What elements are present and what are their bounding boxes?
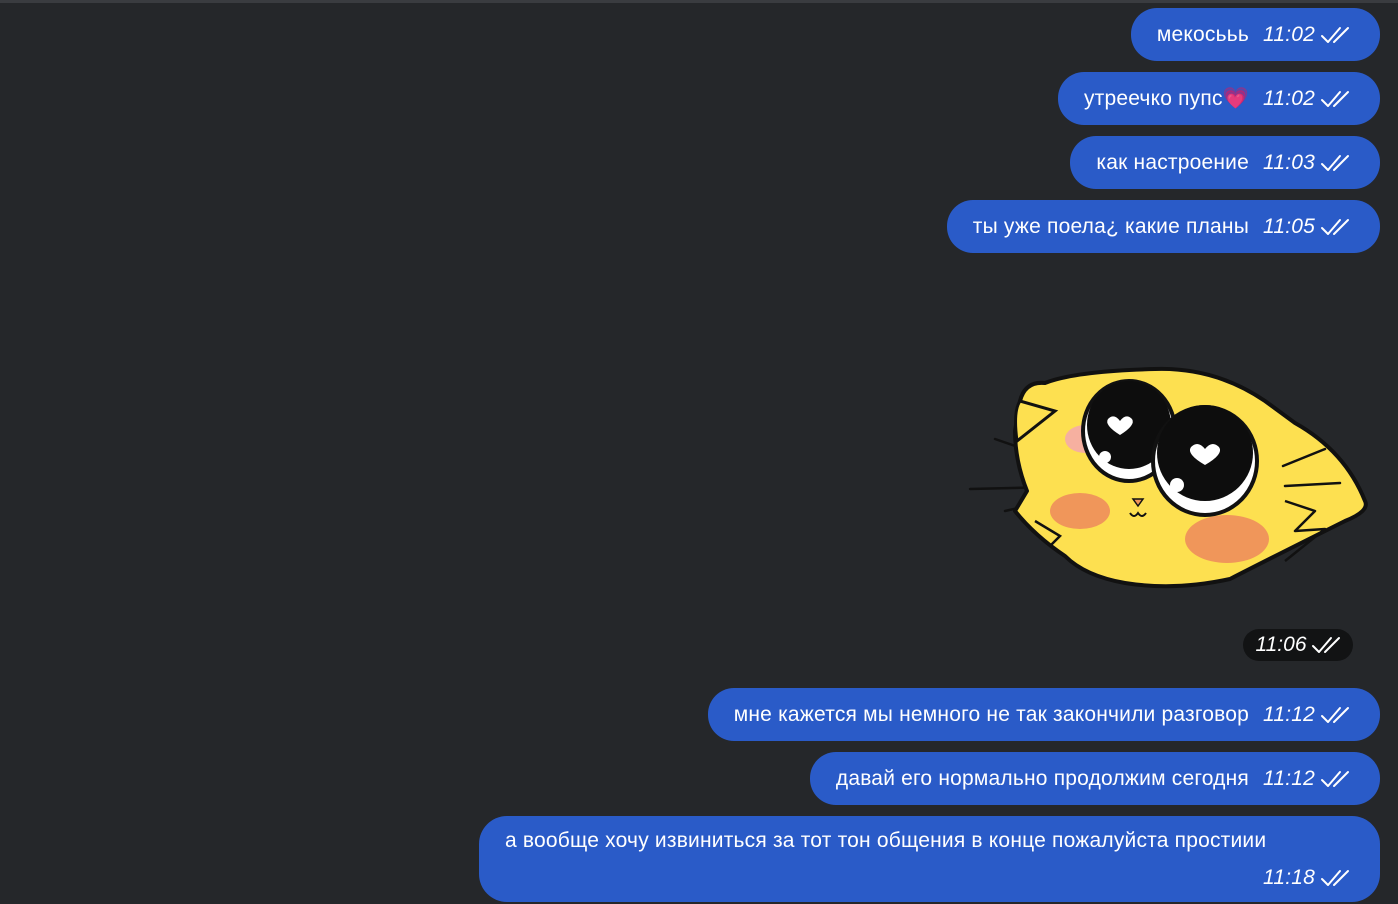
message-bubble[interactable]: а вообще хочу извиниться за тот тон обще… [479, 816, 1380, 902]
message-bubble[interactable]: мекосььь 11:02 [1130, 8, 1380, 61]
message-time: 11:03 [1263, 150, 1315, 174]
message-bubble[interactable]: как настроение 11:03 [1070, 136, 1380, 189]
message-meta: 11:03 [1263, 151, 1352, 175]
message-text: мне кажется мы немного не так закончили … [733, 702, 1249, 726]
message-bubble[interactable]: ты уже поела¿ какие планы 11:05 [946, 200, 1380, 253]
chat-view: мекосььь 11:02 утреечко пупс💗 11:02 как … [0, 0, 1398, 904]
eye-right [1151, 405, 1259, 517]
sticker-time-badge: 11:06 [1243, 629, 1353, 661]
message-meta: 11:02 [1263, 23, 1352, 47]
message-time: 11:12 [1263, 702, 1315, 726]
message-meta: 11:05 [1263, 215, 1352, 239]
double-check-icon [1321, 870, 1349, 886]
message-bubble[interactable]: мне кажется мы немного не так закончили … [707, 688, 1380, 741]
message-time: 11:12 [1263, 766, 1315, 790]
double-check-icon [1321, 770, 1349, 787]
message-text: ты уже поела¿ какие планы [972, 214, 1249, 238]
message-text: давай его нормально продолжим сегодня [835, 766, 1249, 790]
message-meta: 11:02 [1263, 87, 1352, 111]
message-meta: 11:18 [1263, 866, 1352, 890]
message-time: 11:02 [1263, 86, 1315, 110]
message-bubble[interactable]: утреечко пупс💗 11:02 [1057, 72, 1380, 125]
yellow-cat-sticker[interactable] [965, 361, 1373, 593]
message-time: 11:02 [1263, 22, 1315, 46]
message-time: 11:06 [1255, 633, 1307, 656]
message-meta: 11:12 [1263, 767, 1352, 791]
double-check-icon [1311, 637, 1340, 653]
message-bubble[interactable]: давай его нормально продолжим сегодня 11… [809, 752, 1380, 805]
message-time: 11:05 [1263, 214, 1315, 238]
message-text: а вообще хочу извиниться за тот тон обще… [505, 829, 1267, 852]
message-time: 11:18 [1263, 866, 1315, 889]
message-text: мекосььь [1156, 22, 1249, 46]
blush-right [1185, 515, 1269, 563]
double-check-icon [1321, 218, 1349, 235]
double-check-icon [1321, 90, 1349, 107]
message-meta: 11:12 [1263, 703, 1352, 727]
double-check-icon [1321, 706, 1349, 723]
double-check-icon [1321, 154, 1349, 171]
double-check-icon [1321, 26, 1349, 43]
blush-left [1050, 493, 1110, 529]
message-text: как настроение [1096, 150, 1249, 174]
message-text: утреечко пупс💗 [1083, 86, 1249, 110]
